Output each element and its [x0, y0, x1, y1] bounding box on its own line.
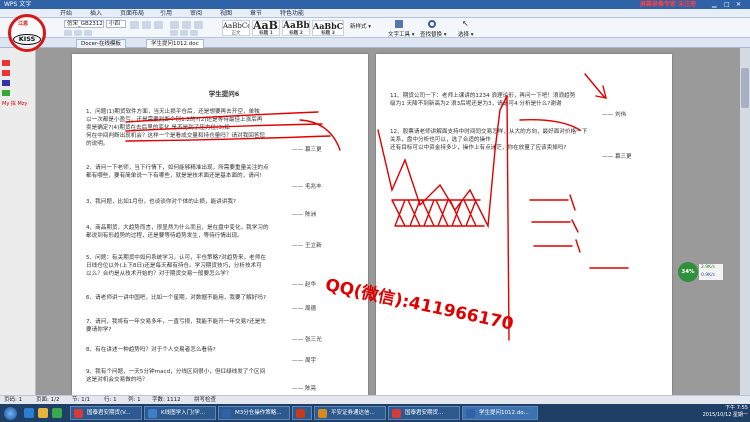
clock-time: 下午 7:55	[725, 405, 748, 411]
taskbar-item-6[interactable]: 国泰君安期货...	[388, 406, 460, 420]
taskbar-item-2[interactable]: K线图学入门(学...	[144, 406, 216, 420]
annotation-underline-3	[125, 135, 331, 142]
taskbar-item-7[interactable]: 学生提问1012.do...	[462, 406, 538, 420]
taskbar-item-5[interactable]: 平安证券通达信...	[314, 406, 386, 420]
speed-up: 2.9K/s	[701, 265, 715, 270]
taskbar-item-1[interactable]: 国泰君安期货(V...	[70, 406, 142, 420]
start-button[interactable]	[4, 407, 17, 420]
annotation-arrow-1	[584, 73, 607, 99]
annotation-dashes	[529, 199, 629, 269]
status-bar: 页码: 1 页面: 1/2 节: 1/1 行: 1 列: 1 字数: 1112 …	[0, 395, 750, 404]
taskbar-item-3[interactable]: M3分仓操作策略...	[218, 406, 290, 420]
status-col: 列: 1	[128, 397, 141, 403]
annotation-top-arrow	[519, 119, 581, 131]
clock-date: 2015/10/12 星期一	[702, 412, 748, 418]
spell-check-toggle[interactable]: 拼写检查	[194, 396, 216, 404]
annotation-zigzag	[377, 95, 508, 229]
annotation-underline-1	[125, 111, 319, 123]
annotation-underline-2	[125, 123, 323, 132]
status-pages: 页面: 1/2	[36, 397, 60, 403]
annotation-pattern	[391, 199, 485, 227]
net-speed-panel: 2.9K/s 0.9K/s	[698, 263, 724, 281]
net-percent-badge[interactable]: 34%	[678, 262, 698, 282]
quicklaunch-ie-icon[interactable]	[24, 408, 34, 418]
status-section: 节: 1/1	[72, 397, 90, 403]
system-clock[interactable]: 下午 7:55 2015/10/12 星期一	[698, 405, 748, 419]
annotation-ticks	[569, 194, 581, 253]
taskbar-item-4[interactable]	[292, 406, 312, 420]
annotation-vertical-line	[506, 95, 510, 341]
annotation-layer	[125, 73, 629, 341]
status-page: 页码: 1	[4, 397, 23, 403]
status-row: 行: 1	[104, 397, 117, 403]
quicklaunch-app-icon[interactable]	[52, 408, 62, 418]
speed-down: 0.9K/s	[701, 273, 715, 278]
status-words: 字数: 1112	[152, 397, 181, 403]
quicklaunch-folder-icon[interactable]	[38, 408, 48, 418]
